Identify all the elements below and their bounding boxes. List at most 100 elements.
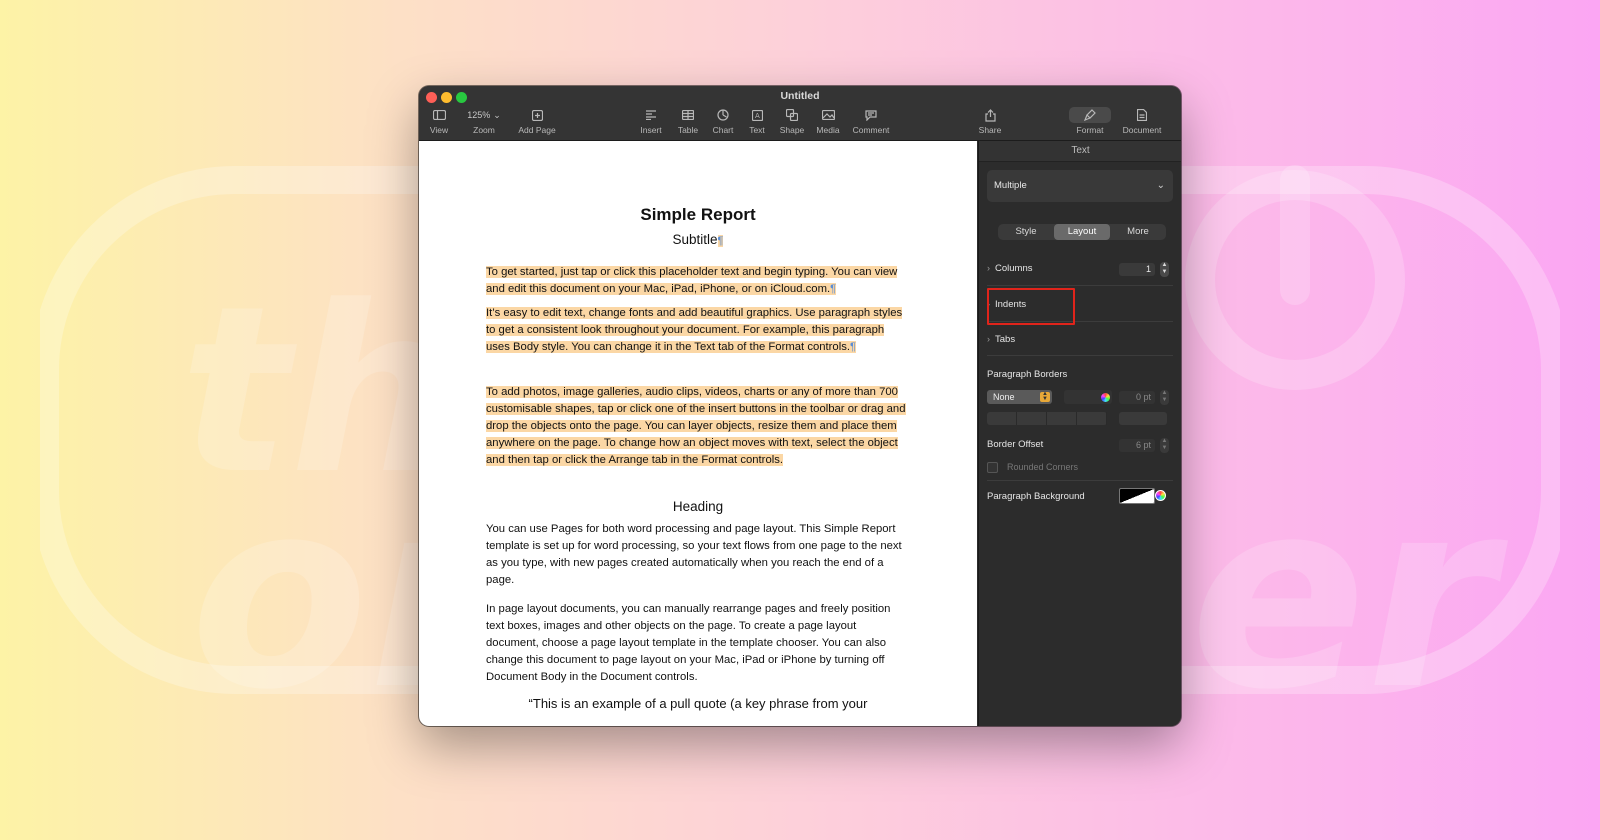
- text-icon: A: [751, 109, 763, 121]
- paragraph-3-text: To add photos, image galleries, audio cl…: [486, 386, 906, 466]
- media-button[interactable]: Media: [813, 107, 843, 135]
- toolbar: Untitled View 125% ⌄ Zoom Add Page Insert…: [419, 86, 1181, 141]
- pull-quote[interactable]: “This is an example of a pull quote (a k…: [419, 696, 977, 711]
- comment-button[interactable]: Comment: [850, 107, 892, 135]
- share-button[interactable]: Share: [977, 107, 1003, 135]
- text-button[interactable]: A Text: [745, 107, 769, 135]
- document-label: Document: [1122, 125, 1162, 135]
- zoom-control[interactable]: 125% ⌄ Zoom: [464, 107, 504, 136]
- media-icon: [821, 110, 835, 120]
- chevron-right-icon: ›: [987, 263, 990, 273]
- svg-text:A: A: [755, 112, 760, 120]
- body-paragraph-5[interactable]: In page layout documents, you can manual…: [486, 601, 911, 686]
- insert-icon: [646, 110, 656, 120]
- format-brush-icon: [1084, 109, 1096, 121]
- border-offset-field[interactable]: 6 pt: [1119, 439, 1155, 452]
- zoom-value: 125%: [467, 110, 491, 120]
- body-paragraph-2[interactable]: It’s easy to edit text, change fonts and…: [486, 305, 911, 356]
- format-inspector: Text Multiple ⌄ Style Layout More › Colum…: [978, 141, 1181, 726]
- insert-button[interactable]: Insert: [636, 107, 666, 135]
- text-label: Text: [749, 125, 765, 135]
- share-label: Share: [978, 125, 1002, 135]
- add-page-icon: [531, 109, 543, 121]
- body-paragraph-3[interactable]: To add photos, image galleries, audio cl…: [486, 384, 911, 469]
- inspector-tab-text[interactable]: Text: [979, 141, 1181, 162]
- chevron-updown-icon: ▲ ▼: [1040, 391, 1050, 402]
- svg-text:er: er: [1190, 445, 1509, 700]
- columns-field[interactable]: 1: [1119, 263, 1155, 276]
- border-top-button[interactable]: [987, 412, 1017, 425]
- color-wheel-icon[interactable]: [1101, 393, 1110, 402]
- document-subtitle[interactable]: Subtitle¶: [419, 232, 977, 247]
- table-button[interactable]: Table: [674, 107, 702, 135]
- comment-icon: [865, 109, 877, 121]
- chart-icon: [717, 109, 729, 121]
- rounded-corners-checkbox[interactable]: [987, 462, 998, 473]
- paragraph-background-swatch[interactable]: [1119, 488, 1155, 504]
- zoom-label: Zoom: [473, 125, 495, 135]
- shape-label: Shape: [779, 125, 805, 135]
- body-paragraph-1[interactable]: To get started, just tap or click this p…: [486, 264, 911, 298]
- border-position-buttons: [987, 412, 1107, 425]
- pilcrow-mark: ¶: [830, 283, 837, 295]
- document-canvas[interactable]: Simple Report Subtitle¶ To get started, …: [419, 141, 977, 726]
- document-button[interactable]: Document: [1120, 107, 1164, 135]
- shape-icon: [786, 109, 798, 121]
- border-style-select[interactable]: None ▲ ▼: [987, 390, 1052, 404]
- document-heading[interactable]: Heading: [419, 499, 977, 514]
- border-style-value: None: [993, 392, 1015, 402]
- indents-callout-outline: [987, 288, 1075, 325]
- tab-style[interactable]: Style: [998, 224, 1054, 240]
- view-button[interactable]: View: [426, 107, 452, 135]
- tab-layout[interactable]: Layout: [1054, 224, 1110, 240]
- share-icon: [984, 108, 996, 122]
- document-title[interactable]: Simple Report: [419, 205, 977, 225]
- paragraph-style-select[interactable]: Multiple ⌄: [987, 170, 1173, 202]
- rounded-corners-label: Rounded Corners: [1007, 462, 1079, 472]
- columns-stepper[interactable]: ▲ ▼: [1160, 262, 1169, 277]
- text-inspector-tabs: Style Layout More: [998, 224, 1166, 240]
- table-icon: [682, 110, 694, 120]
- divider: [987, 355, 1173, 356]
- paragraph-2-text: It’s easy to edit text, change fonts and…: [486, 307, 903, 353]
- tabs-section[interactable]: › Tabs: [987, 334, 1173, 345]
- chevron-right-icon: ›: [987, 334, 990, 344]
- window-title: Untitled: [780, 90, 820, 102]
- chevron-down-icon: ⌄: [1156, 180, 1165, 191]
- border-width-field[interactable]: 0 pt: [1119, 391, 1155, 404]
- pilcrow-mark: ¶: [850, 341, 856, 353]
- subtitle-text: Subtitle: [672, 232, 718, 247]
- border-bottom-button[interactable]: [1017, 412, 1047, 425]
- add-page-button[interactable]: Add Page: [515, 107, 559, 135]
- table-label: Table: [677, 125, 699, 135]
- view-icon: [432, 110, 446, 120]
- pilcrow-mark: ¶: [717, 235, 724, 247]
- comment-label: Comment: [852, 125, 890, 135]
- document-icon: [1137, 109, 1147, 121]
- shape-button[interactable]: Shape: [777, 107, 807, 135]
- add-page-label: Add Page: [518, 125, 556, 135]
- tab-more[interactable]: More: [1110, 224, 1166, 240]
- format-label: Format: [1076, 125, 1104, 135]
- divider: [987, 285, 1173, 286]
- border-all-button[interactable]: [1119, 412, 1167, 425]
- tabs-label: Tabs: [995, 334, 1016, 345]
- border-offset-stepper[interactable]: ▲ ▼: [1160, 438, 1169, 453]
- chart-label: Chart: [712, 125, 734, 135]
- insert-label: Insert: [640, 125, 662, 135]
- border-width-stepper[interactable]: ▲ ▼: [1160, 390, 1169, 405]
- chevron-down-icon: ⌄: [493, 109, 501, 120]
- paragraph-borders-label: Paragraph Borders: [987, 369, 1068, 380]
- border-left-button[interactable]: [1047, 412, 1077, 425]
- media-label: Media: [816, 125, 840, 135]
- divider: [987, 480, 1173, 481]
- format-button[interactable]: Format: [1067, 107, 1113, 135]
- body-paragraph-4[interactable]: You can use Pages for both word processi…: [486, 521, 911, 589]
- chart-button[interactable]: Chart: [709, 107, 737, 135]
- color-wheel-icon[interactable]: [1155, 490, 1166, 501]
- columns-label: Columns: [995, 263, 1033, 274]
- view-label: View: [429, 125, 449, 135]
- pages-window: Untitled View 125% ⌄ Zoom Add Page Insert…: [419, 86, 1181, 726]
- border-right-button[interactable]: [1077, 412, 1107, 425]
- paragraph-style-value: Multiple: [994, 180, 1027, 191]
